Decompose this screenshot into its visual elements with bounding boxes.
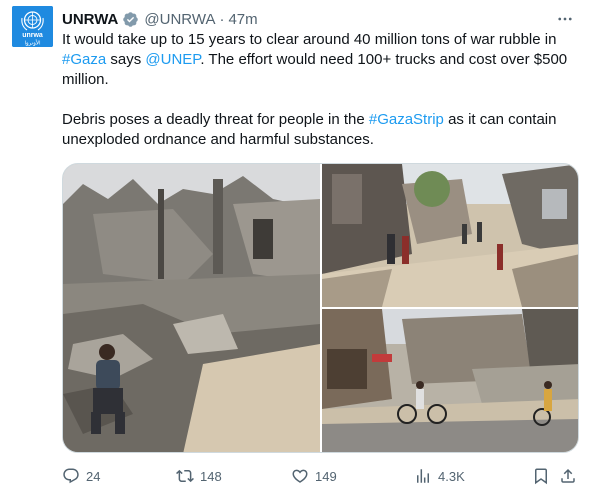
tweet-actions: 24 148 149 4.3K xyxy=(62,465,582,487)
like-count: 149 xyxy=(315,468,337,484)
text-segment: It would take up to 15 years to clear ar… xyxy=(62,31,557,48)
avatar[interactable]: unrwa الأونروا xyxy=(12,6,53,47)
reply-button[interactable]: 24 xyxy=(62,465,100,487)
reply-count: 24 xyxy=(86,468,101,484)
text-segment: says xyxy=(106,51,146,68)
hashtag-gazastrip[interactable]: #GazaStrip xyxy=(369,111,444,128)
heart-icon xyxy=(292,469,308,483)
like-button[interactable]: 149 xyxy=(291,465,337,487)
bookmark-button[interactable] xyxy=(532,465,556,487)
tweet-header: UNRWA @UNRWA · 47m xyxy=(62,9,258,29)
reply-icon xyxy=(63,468,79,484)
share-button[interactable] xyxy=(559,465,583,487)
tweet-paragraph-1: It would take up to 15 years to clear ar… xyxy=(62,30,582,90)
mention-unep[interactable]: @UNEP xyxy=(145,51,200,68)
views-count: 4.3K xyxy=(438,468,465,484)
repost-count: 148 xyxy=(200,468,222,484)
repost-icon xyxy=(176,469,194,483)
hashtag-gaza[interactable]: #Gaza xyxy=(62,51,106,68)
cyclists-rubble-photo[interactable] xyxy=(322,309,578,452)
avatar-text: unrwa xyxy=(22,32,43,39)
tweet-paragraph-2: Debris poses a deadly threat for people … xyxy=(62,110,582,150)
share-icon xyxy=(561,468,575,483)
author-name[interactable]: UNRWA xyxy=(62,11,118,28)
tweet[interactable]: unrwa الأونروا UNRWA @UNRWA · 47m It wou… xyxy=(0,0,590,493)
repost-button[interactable]: 148 xyxy=(176,465,222,487)
tweet-text: It would take up to 15 years to clear ar… xyxy=(62,30,582,150)
rubble-man-photo[interactable] xyxy=(63,164,320,452)
author-handle[interactable]: @UNRWA xyxy=(144,11,215,28)
text-segment: Debris poses a deadly threat for people … xyxy=(62,111,369,128)
more-icon[interactable] xyxy=(554,8,576,30)
street-debris-photo[interactable] xyxy=(322,164,578,307)
avatar-text-ar: الأونروا xyxy=(24,39,41,47)
timestamp[interactable]: 47m xyxy=(228,11,257,28)
views-button[interactable]: 4.3K xyxy=(414,465,465,487)
media-grid xyxy=(62,163,579,453)
separator-dot: · xyxy=(219,10,225,28)
bookmark-icon xyxy=(535,468,547,485)
unrwa-logo-icon: unrwa الأونروا xyxy=(12,6,53,47)
views-chart-icon xyxy=(417,469,429,483)
verified-badge-icon[interactable] xyxy=(122,11,139,28)
